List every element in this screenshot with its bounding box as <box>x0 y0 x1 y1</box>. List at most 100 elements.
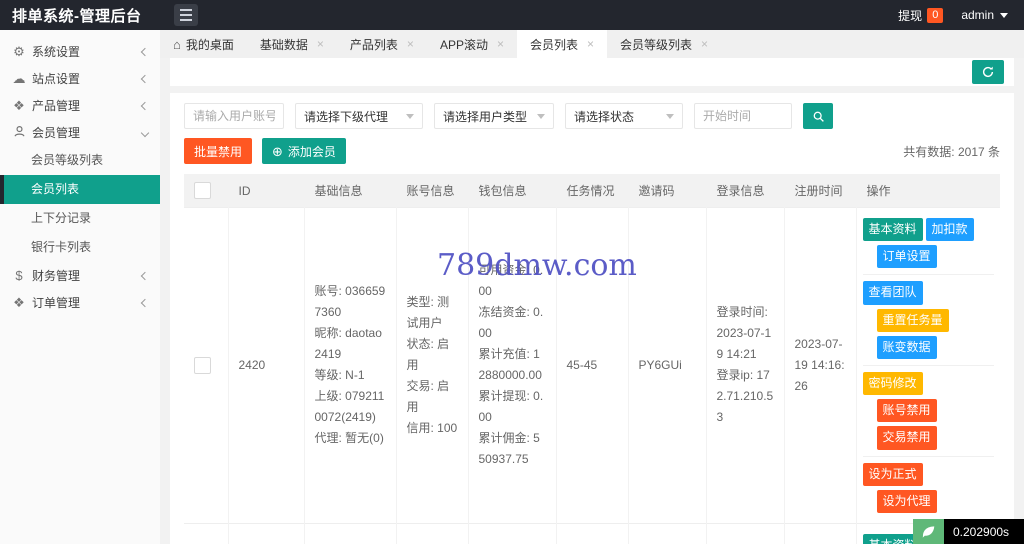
column-header: 基础信息 <box>304 174 396 208</box>
withdraw-label: 提现 <box>898 7 922 24</box>
tab-会员等级列表[interactable]: 会员等级列表 × <box>607 30 721 58</box>
设为正式-button[interactable]: 设为正式 <box>863 463 923 486</box>
invite-code-cell: PY6GUi <box>628 208 706 524</box>
account-info-cell-line: 状态: 启用 <box>407 334 458 376</box>
user-icon <box>12 125 26 140</box>
login-info-cell-line: 登录ip: 172.71.210.53 <box>717 365 774 428</box>
重置任务量-button[interactable]: 重置任务量 <box>877 309 949 332</box>
sidebar-item-银行卡列表[interactable]: 银行卡列表 <box>0 233 160 262</box>
close-icon[interactable]: × <box>701 37 708 51</box>
refresh-button[interactable] <box>972 60 1004 84</box>
查看团队-button[interactable]: 查看团队 <box>863 281 923 304</box>
wallet-info-cell: 可用资金: 0.00冻结资金: 0.00累计充值: 12880000.00累计提… <box>468 208 556 524</box>
row-checkbox[interactable] <box>194 357 211 374</box>
batch-disable-label: 批量禁用 <box>194 143 242 160</box>
search-button[interactable] <box>803 103 833 129</box>
close-icon[interactable]: × <box>587 37 594 51</box>
sidebar-item-label: 订单管理 <box>32 294 80 311</box>
start-time-input[interactable] <box>694 103 792 129</box>
app-title: 排单系统-管理后台 <box>0 5 168 26</box>
operation-line: 交易禁用 <box>877 424 995 451</box>
execution-time-badge[interactable]: 0.202900s <box>913 519 1024 544</box>
batch-disable-button[interactable]: 批量禁用 <box>184 138 252 164</box>
login-info-cell: 登录时间: 2023-07-19 14:21登录ip: 172.71.210.5… <box>706 208 784 524</box>
chevron-down-icon <box>537 114 545 119</box>
sidebar-item-订单管理[interactable]: ❖订单管理 <box>0 289 160 316</box>
tab-label: 产品列表 <box>350 36 398 53</box>
total-count-text: 共有数据: 2017 条 <box>903 143 1000 160</box>
main-content: 请选择下级代理 请选择用户类型 请选择状态 批量禁用 <box>160 58 1024 544</box>
page-toolbar <box>170 58 1014 86</box>
sidebar-item-label: 产品管理 <box>32 97 80 114</box>
sidebar-item-会员管理[interactable]: 会员管理 <box>0 119 160 146</box>
user-type-select[interactable]: 请选择用户类型 <box>434 103 554 129</box>
交易禁用-button[interactable]: 交易禁用 <box>877 426 937 449</box>
operations-cell: 基本资料加扣款订单设置查看团队重置任务量账变数据密码修改账号禁用交易禁用设为正式… <box>856 208 1000 524</box>
sidebar-item-会员列表[interactable]: 会员列表 <box>0 175 160 204</box>
加扣款-button[interactable]: 加扣款 <box>926 218 974 241</box>
设为代理-button[interactable]: 设为代理 <box>877 490 937 513</box>
close-icon[interactable]: × <box>407 37 414 51</box>
status-select[interactable]: 请选择状态 <box>565 103 683 129</box>
operation-line: 重置任务量 <box>877 307 995 334</box>
tab-APP滚动[interactable]: APP滚动 × <box>427 30 517 58</box>
task-cell: 45-45 <box>556 208 628 524</box>
chevron-down-icon <box>406 114 414 119</box>
wallet-info-cell-line: 累计提现: 0.00 <box>479 386 546 428</box>
register-time-cell <box>784 523 856 544</box>
sidebar-item-产品管理[interactable]: ❖产品管理 <box>0 92 160 119</box>
sidebar-item-财务管理[interactable]: $财务管理 <box>0 262 160 289</box>
账号禁用-button[interactable]: 账号禁用 <box>877 399 937 422</box>
agent-select[interactable]: 请选择下级代理 <box>295 103 423 129</box>
tab-基础数据[interactable]: 基础数据 × <box>247 30 337 58</box>
sidebar-item-会员等级列表[interactable]: 会员等级列表 <box>0 146 160 175</box>
订单设置-button[interactable]: 订单设置 <box>877 245 937 268</box>
tab-label: APP滚动 <box>440 36 488 53</box>
column-header: 邀请码 <box>628 174 706 208</box>
table-row: 可用资金: 4基本资料加扣款订单设置 <box>184 523 1000 544</box>
基本资料-button[interactable]: 基本资料 <box>863 218 923 241</box>
sidebar-nav: ⚙系统设置☁站点设置❖产品管理会员管理会员等级列表会员列表上下分记录银行卡列表$… <box>0 30 160 544</box>
chevron-down-icon <box>1000 13 1008 18</box>
agent-select-value: 请选择下级代理 <box>304 108 388 125</box>
tab-我的桌面[interactable]: ⌂我的桌面 <box>160 30 247 58</box>
tab-label: 会员等级列表 <box>620 36 692 53</box>
account-info-cell <box>396 523 468 544</box>
chevron-down-icon <box>141 128 149 136</box>
account-info-cell-line: 信用: 100 <box>407 418 458 439</box>
withdraw-count-badge: 0 <box>927 8 943 23</box>
close-icon[interactable]: × <box>317 37 324 51</box>
basic-info-cell-line: 代理: 暂无(0) <box>315 428 386 449</box>
column-header: 登录信息 <box>706 174 784 208</box>
sidebar-item-系统设置[interactable]: ⚙系统设置 <box>0 38 160 65</box>
sidebar-item-label: 系统设置 <box>32 43 80 60</box>
column-header: 钱包信息 <box>468 174 556 208</box>
close-icon[interactable]: × <box>497 37 504 51</box>
withdraw-link[interactable]: 提现 0 <box>898 7 943 24</box>
id-cell <box>228 523 304 544</box>
sidebar-item-上下分记录[interactable]: 上下分记录 <box>0 204 160 233</box>
collapse-menu-icon[interactable] <box>174 4 198 26</box>
tab-label: 会员列表 <box>530 36 578 53</box>
tab-label: 基础数据 <box>260 36 308 53</box>
账变数据-button[interactable]: 账变数据 <box>877 336 937 359</box>
home-icon: ⌂ <box>173 37 181 52</box>
basic-info-cell-line: 账号: 0366597360 <box>315 281 386 323</box>
user-menu[interactable]: admin <box>961 8 1008 22</box>
tab-会员列表[interactable]: 会员列表 × <box>517 30 607 58</box>
task-cell <box>556 523 628 544</box>
select-all-checkbox[interactable] <box>194 182 211 199</box>
operation-line: 查看团队 <box>863 279 995 306</box>
wallet-info-cell-line: 冻结资金: 0.00 <box>479 302 546 344</box>
id-cell: 2420 <box>228 208 304 524</box>
account-search-input[interactable] <box>184 103 284 129</box>
sidebar-item-站点设置[interactable]: ☁站点设置 <box>0 65 160 92</box>
wallet-info-cell-line: 累计充值: 12880000.00 <box>479 344 546 386</box>
user-type-select-value: 请选择用户类型 <box>443 108 527 125</box>
add-member-button[interactable]: ⊕ 添加会员 <box>262 138 346 164</box>
leaf-icon[interactable] <box>913 519 944 544</box>
tab-产品列表[interactable]: 产品列表 × <box>337 30 427 58</box>
密码修改-button[interactable]: 密码修改 <box>863 372 923 395</box>
member-list-card: 请选择下级代理 请选择用户类型 请选择状态 批量禁用 <box>170 93 1014 544</box>
wallet-info-cell: 可用资金: 4 <box>468 523 556 544</box>
